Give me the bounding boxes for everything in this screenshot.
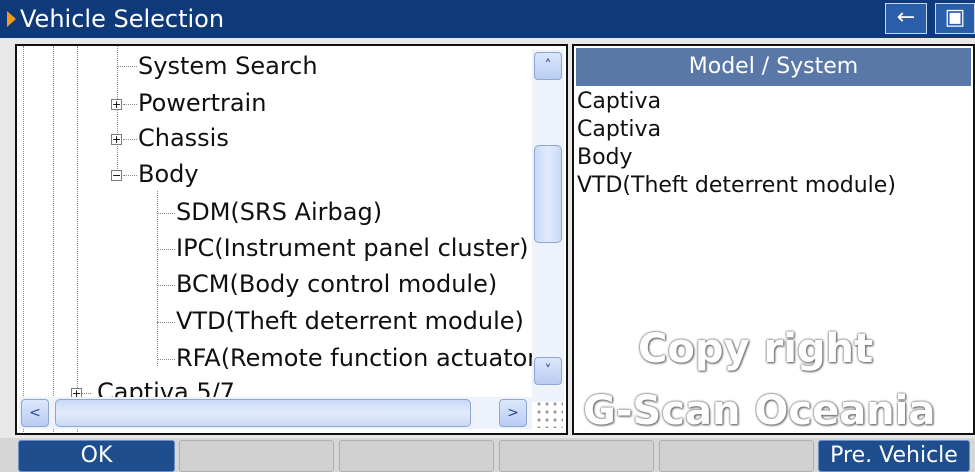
tree-item-body[interactable]: Body xyxy=(138,159,199,189)
scroll-up-button[interactable]: ˄ xyxy=(534,52,562,80)
tree-item-ipc[interactable]: IPC(Instrument panel cluster) xyxy=(176,233,529,263)
vertical-scrollbar[interactable]: ˄ ˅ xyxy=(532,50,564,402)
bottom-button-bar: OK Pre. Vehicle xyxy=(0,438,975,472)
tree-guide xyxy=(157,191,158,366)
window-title: Vehicle Selection xyxy=(20,5,225,33)
tree-item-bcm[interactable]: BCM(Body control module) xyxy=(176,269,497,299)
title-arrow-icon xyxy=(7,11,16,27)
horizontal-scrollbar[interactable]: < > xyxy=(19,397,532,429)
tree-item-sdm[interactable]: SDM(SRS Airbag) xyxy=(176,197,382,227)
tree-item-chassis[interactable]: Chassis xyxy=(138,123,229,153)
tree-item-rfa[interactable]: RFA(Remote function actuator) xyxy=(176,343,547,373)
model-system-list: Captiva Captiva Body VTD(Theft deterrent… xyxy=(577,88,896,200)
list-item: Captiva xyxy=(577,117,662,142)
tree-item-system-search[interactable]: System Search xyxy=(138,51,318,81)
scroll-down-button[interactable]: ˅ xyxy=(534,357,562,385)
collapse-minus-icon[interactable]: − xyxy=(111,170,122,181)
screenshot-button[interactable]: ▣ xyxy=(935,3,975,34)
model-system-panel: Model / System Captiva Captiva Body VTD(… xyxy=(572,44,975,435)
chevron-right-icon: > xyxy=(507,405,519,421)
vertical-scroll-thumb[interactable] xyxy=(534,145,562,243)
empty-button xyxy=(179,440,334,472)
back-arrow-icon: ← xyxy=(896,5,916,30)
resize-grip-icon[interactable] xyxy=(535,400,563,428)
empty-button xyxy=(659,440,814,472)
chevron-down-icon: ˅ xyxy=(544,363,552,379)
watermark-line-2: G-Scan Oceania xyxy=(583,388,936,434)
camera-icon: ▣ xyxy=(944,5,966,30)
title-bar: Vehicle Selection ← ▣ xyxy=(0,0,975,38)
tree-guide xyxy=(23,46,24,433)
scroll-left-button[interactable]: < xyxy=(21,399,49,427)
ok-button[interactable]: OK xyxy=(18,440,175,472)
previous-vehicle-button[interactable]: Pre. Vehicle xyxy=(818,440,970,472)
horizontal-scroll-thumb[interactable] xyxy=(55,399,471,427)
list-item: Body xyxy=(577,145,633,170)
watermark-line-1: Copy right xyxy=(638,326,874,372)
tree-item-vtd[interactable]: VTD(Theft deterrent module) xyxy=(176,306,524,336)
tree-guide xyxy=(77,46,78,433)
tree-item-powertrain[interactable]: Powertrain xyxy=(138,88,266,118)
model-system-header: Model / System xyxy=(576,48,971,86)
list-item: Captiva xyxy=(577,89,662,114)
empty-button xyxy=(339,440,494,472)
list-item: VTD(Theft deterrent module) xyxy=(577,173,896,198)
back-button[interactable]: ← xyxy=(885,3,927,34)
empty-button xyxy=(499,440,654,472)
chevron-up-icon: ˄ xyxy=(544,58,552,74)
tree-guide xyxy=(53,46,54,433)
chevron-left-icon: < xyxy=(29,405,41,421)
expand-plus-icon[interactable]: + xyxy=(111,99,122,110)
expand-plus-icon[interactable]: + xyxy=(111,134,122,145)
system-tree[interactable]: System Search + Powertrain + Chassis − B… xyxy=(15,44,568,435)
scroll-right-button[interactable]: > xyxy=(499,399,527,427)
